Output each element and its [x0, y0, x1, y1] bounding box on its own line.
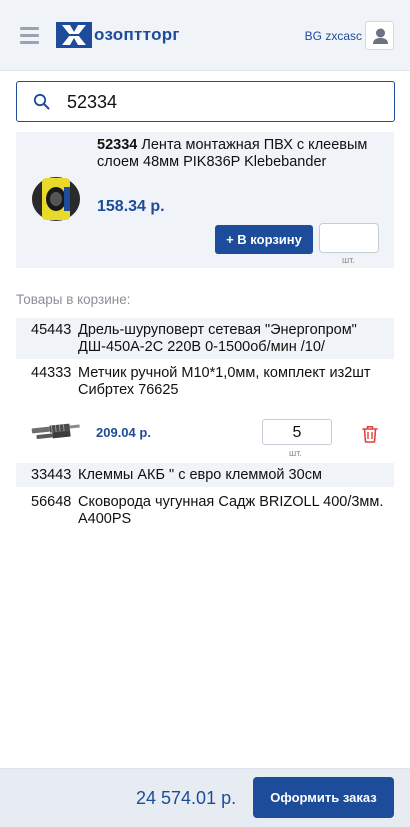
- cart-item-price: 209.04 р.: [96, 425, 151, 440]
- cart-item-image: [31, 423, 80, 439]
- user-name[interactable]: BG zxcasc: [305, 29, 362, 43]
- logo[interactable]: озоптторг: [56, 22, 180, 48]
- logo-text: озоптторг: [94, 25, 180, 44]
- cart-item-code: 44333: [31, 365, 72, 381]
- avatar[interactable]: [365, 21, 394, 50]
- cart-item-code: 45443: [31, 322, 72, 338]
- cart-item-name: Сковорода чугунная Садж BRIZOLL 400/3мм.…: [78, 494, 384, 527]
- search-input[interactable]: [67, 89, 377, 115]
- checkout-button[interactable]: Оформить заказ: [253, 777, 394, 818]
- search-icon[interactable]: [33, 93, 50, 110]
- cart-item-quantity[interactable]: 5: [262, 419, 332, 445]
- cart-item-code: 33443: [31, 467, 72, 483]
- result-price: 158.34 р.: [97, 198, 165, 215]
- result-title[interactable]: 52334 Лента монтажная ПВХ с клеевым слое…: [97, 137, 387, 171]
- cart-item[interactable]: 56648 Сковорода чугунная Садж BRIZOLL 40…: [16, 490, 394, 530]
- cart-item-code: 56648: [31, 494, 72, 510]
- cart-item-name: Дрель-шуруповерт сетевая "Энергопром" ДШ…: [78, 322, 357, 355]
- trash-icon[interactable]: [361, 424, 379, 444]
- search-box: [16, 81, 395, 122]
- order-footer: 24 574.01 р. Оформить заказ: [0, 768, 410, 827]
- result-name: Лента монтажная ПВХ с клеевым слоем 48мм…: [97, 137, 368, 170]
- cart-item-unit: шт.: [289, 448, 302, 458]
- quantity-unit: шт.: [342, 255, 355, 265]
- cart-total: 24 574.01 р.: [136, 788, 237, 808]
- product-image: [32, 177, 80, 221]
- menu-icon[interactable]: [20, 27, 39, 44]
- cart-item-name: Метчик ручной М10*1,0мм, комплект из2шт …: [78, 365, 371, 398]
- cart-heading: Товары в корзине:: [16, 292, 131, 307]
- app-header: озоптторг BG zxcasc: [0, 0, 410, 71]
- add-to-cart-button[interactable]: + В корзину: [215, 225, 313, 254]
- cart-item-name: Клеммы АКБ " с евро клеммой 30см: [78, 467, 322, 483]
- search-result-card: 52334 Лента монтажная ПВХ с клеевым слое…: [16, 132, 394, 268]
- cart-item[interactable]: 45443 Дрель-шуруповерт сетевая "Энергопр…: [16, 318, 394, 359]
- user-icon: [373, 28, 388, 44]
- cart-item[interactable]: 33443 Клеммы АКБ " с евро клеммой 30см: [16, 463, 394, 487]
- result-code: 52334: [97, 137, 138, 153]
- cart-item-expanded[interactable]: 44333 Метчик ручной М10*1,0мм, комплект …: [16, 361, 394, 461]
- logo-mark: [56, 22, 92, 48]
- quantity-input[interactable]: [319, 223, 379, 253]
